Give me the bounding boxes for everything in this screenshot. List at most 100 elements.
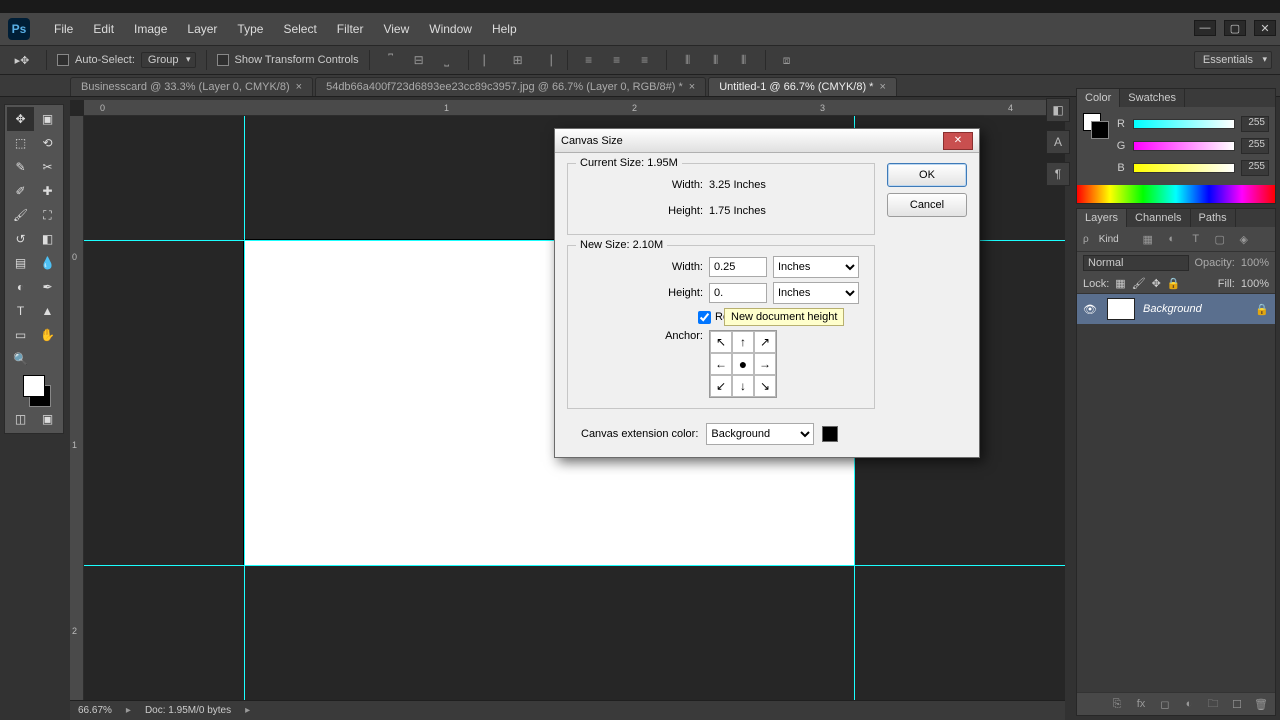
new-layer-icon[interactable]: ☐ — [1229, 696, 1245, 712]
menu-filter[interactable]: Filter — [327, 18, 374, 40]
distribute-right-icon[interactable]: ⦀ — [733, 49, 755, 71]
layer-name[interactable]: Background — [1143, 303, 1202, 315]
3d-mode-icon[interactable]: ⧈ — [776, 49, 798, 71]
document-tab[interactable]: 54db66a400f723d6893ee23cc89c3957.jpg @ 6… — [315, 77, 706, 96]
path-select-tool-icon[interactable]: ▲ — [34, 299, 61, 323]
quickmask-icon[interactable]: ◫ — [7, 407, 34, 431]
screenmode-icon[interactable]: ▣ — [34, 407, 61, 431]
align-vcenter-icon[interactable]: ⊟ — [408, 49, 430, 71]
align-right-icon[interactable]: ⎹ — [535, 49, 557, 71]
distribute-top-icon[interactable]: ≡ — [578, 49, 600, 71]
close-icon[interactable]: × — [689, 81, 695, 93]
brush-tool-icon[interactable]: 🖌 — [7, 203, 34, 227]
tab-swatches[interactable]: Swatches — [1120, 89, 1185, 107]
anchor-se[interactable]: ↘ — [754, 375, 776, 397]
document-tab[interactable]: Untitled-1 @ 66.7% (CMYK/8) *× — [708, 77, 897, 96]
menu-window[interactable]: Window — [419, 18, 482, 40]
crop-tool-icon[interactable]: ✂ — [34, 155, 61, 179]
menu-select[interactable]: Select — [273, 18, 326, 40]
gradient-tool-icon[interactable]: ▤ — [7, 251, 34, 275]
zoom-tool-icon[interactable]: 🔍 — [7, 347, 34, 371]
red-slider[interactable] — [1133, 119, 1235, 129]
doc-info-dropdown-icon[interactable]: ▸ — [245, 705, 250, 716]
extension-color-dropdown[interactable]: Background — [706, 423, 814, 445]
align-left-icon[interactable]: ⎸ — [479, 49, 501, 71]
doc-info[interactable]: Doc: 1.95M/0 bytes — [145, 705, 231, 716]
width-unit-dropdown[interactable]: Inches — [773, 256, 859, 278]
align-top-icon[interactable]: ⎴ — [380, 49, 402, 71]
window-maximize-icon[interactable]: ▢ — [1224, 20, 1246, 36]
auto-select-checkbox[interactable] — [57, 54, 69, 66]
window-close-icon[interactable]: ✕ — [1254, 20, 1276, 36]
opacity-input[interactable]: 100% — [1241, 257, 1269, 269]
hand-tool-icon[interactable]: ✋ — [34, 323, 61, 347]
adjustment-layer-icon[interactable]: ◐ — [1181, 696, 1197, 712]
history-brush-tool-icon[interactable]: ↺ — [7, 227, 34, 251]
ruler-horizontal[interactable]: 0 1 2 3 4 — [84, 100, 1065, 116]
anchor-center[interactable]: ● — [732, 353, 754, 375]
menu-view[interactable]: View — [373, 18, 419, 40]
blend-mode-dropdown[interactable]: Normal — [1083, 255, 1189, 271]
stamp-tool-icon[interactable]: ⛶ — [34, 203, 61, 227]
dodge-tool-icon[interactable]: ◐ — [7, 275, 34, 299]
auto-select-dropdown[interactable]: Group — [141, 52, 196, 68]
type-tool-icon[interactable]: T — [7, 299, 34, 323]
distribute-left-icon[interactable]: ⦀ — [677, 49, 699, 71]
menu-help[interactable]: Help — [482, 18, 527, 40]
anchor-ne[interactable]: ↗ — [754, 331, 776, 353]
menu-type[interactable]: Type — [227, 18, 273, 40]
align-hcenter-icon[interactable]: ⊞ — [507, 49, 529, 71]
anchor-w[interactable]: ← — [710, 353, 732, 375]
distribute-hcenter-icon[interactable]: ⦀ — [705, 49, 727, 71]
link-layers-icon[interactable]: ⎘ — [1109, 696, 1125, 712]
height-unit-dropdown[interactable]: Inches — [773, 282, 859, 304]
zoom-dropdown-icon[interactable]: ▸ — [126, 705, 131, 716]
blur-tool-icon[interactable]: 💧 — [34, 251, 61, 275]
filter-shape-icon[interactable]: ▢ — [1211, 231, 1229, 247]
shape-tool-icon[interactable]: ▭ — [7, 323, 34, 347]
green-slider[interactable] — [1133, 141, 1235, 151]
marquee-tool-icon[interactable]: ⬚ — [7, 131, 34, 155]
layer-mask-icon[interactable]: ◻ — [1157, 696, 1173, 712]
show-transform-checkbox[interactable] — [217, 54, 229, 66]
extension-color-swatch[interactable] — [822, 426, 838, 442]
anchor-nw[interactable]: ↖ — [710, 331, 732, 353]
foreground-color[interactable] — [23, 375, 45, 397]
healing-tool-icon[interactable]: ✚ — [34, 179, 61, 203]
lock-transparency-icon[interactable]: ▦ — [1115, 277, 1125, 290]
menu-file[interactable]: File — [44, 18, 83, 40]
eraser-tool-icon[interactable]: ◧ — [34, 227, 61, 251]
tab-layers[interactable]: Layers — [1077, 209, 1127, 227]
lasso-tool-icon[interactable]: ⟲ — [34, 131, 61, 155]
height-input[interactable] — [709, 283, 767, 303]
lock-image-icon[interactable]: 🖌 — [1132, 277, 1146, 290]
green-input[interactable]: 255 — [1241, 138, 1269, 154]
layer-filter-dropdown[interactable]: Kind — [1095, 234, 1133, 245]
filter-adjust-icon[interactable]: ◐ — [1163, 231, 1181, 247]
blue-input[interactable]: 255 — [1241, 160, 1269, 176]
tab-color[interactable]: Color — [1077, 89, 1120, 107]
distribute-bottom-icon[interactable]: ≡ — [634, 49, 656, 71]
menu-edit[interactable]: Edit — [83, 18, 124, 40]
color-spectrum[interactable] — [1077, 185, 1275, 203]
width-input[interactable] — [709, 257, 767, 277]
artboard-tool-icon[interactable]: ▣ — [34, 107, 61, 131]
eyedropper-tool-icon[interactable]: ✐ — [7, 179, 34, 203]
dialog-titlebar[interactable]: Canvas Size ✕ — [555, 129, 979, 153]
quick-select-tool-icon[interactable]: ✎ — [7, 155, 34, 179]
zoom-level[interactable]: 66.67% — [78, 705, 112, 716]
lock-all-icon[interactable]: 🔒 — [1167, 277, 1181, 290]
move-tool-preset-icon[interactable]: ▸✥ — [8, 50, 36, 70]
layer-row[interactable]: 👁 Background 🔒 — [1077, 294, 1275, 324]
guide-vertical[interactable] — [244, 116, 245, 700]
move-tool-icon[interactable]: ✥ — [7, 107, 34, 131]
workspace-dropdown[interactable]: Essentials — [1194, 51, 1272, 69]
bg-swatch[interactable] — [1091, 121, 1109, 139]
align-bottom-icon[interactable]: ⎵ — [436, 49, 458, 71]
visibility-icon[interactable]: 👁 — [1083, 303, 1099, 316]
dialog-close-icon[interactable]: ✕ — [943, 132, 973, 150]
paragraph-panel-icon[interactable]: ¶ — [1046, 162, 1070, 186]
guide-horizontal[interactable] — [84, 565, 1065, 566]
layer-thumbnail[interactable] — [1107, 298, 1135, 320]
document-tab[interactable]: Businesscard @ 33.3% (Layer 0, CMYK/8)× — [70, 77, 313, 96]
